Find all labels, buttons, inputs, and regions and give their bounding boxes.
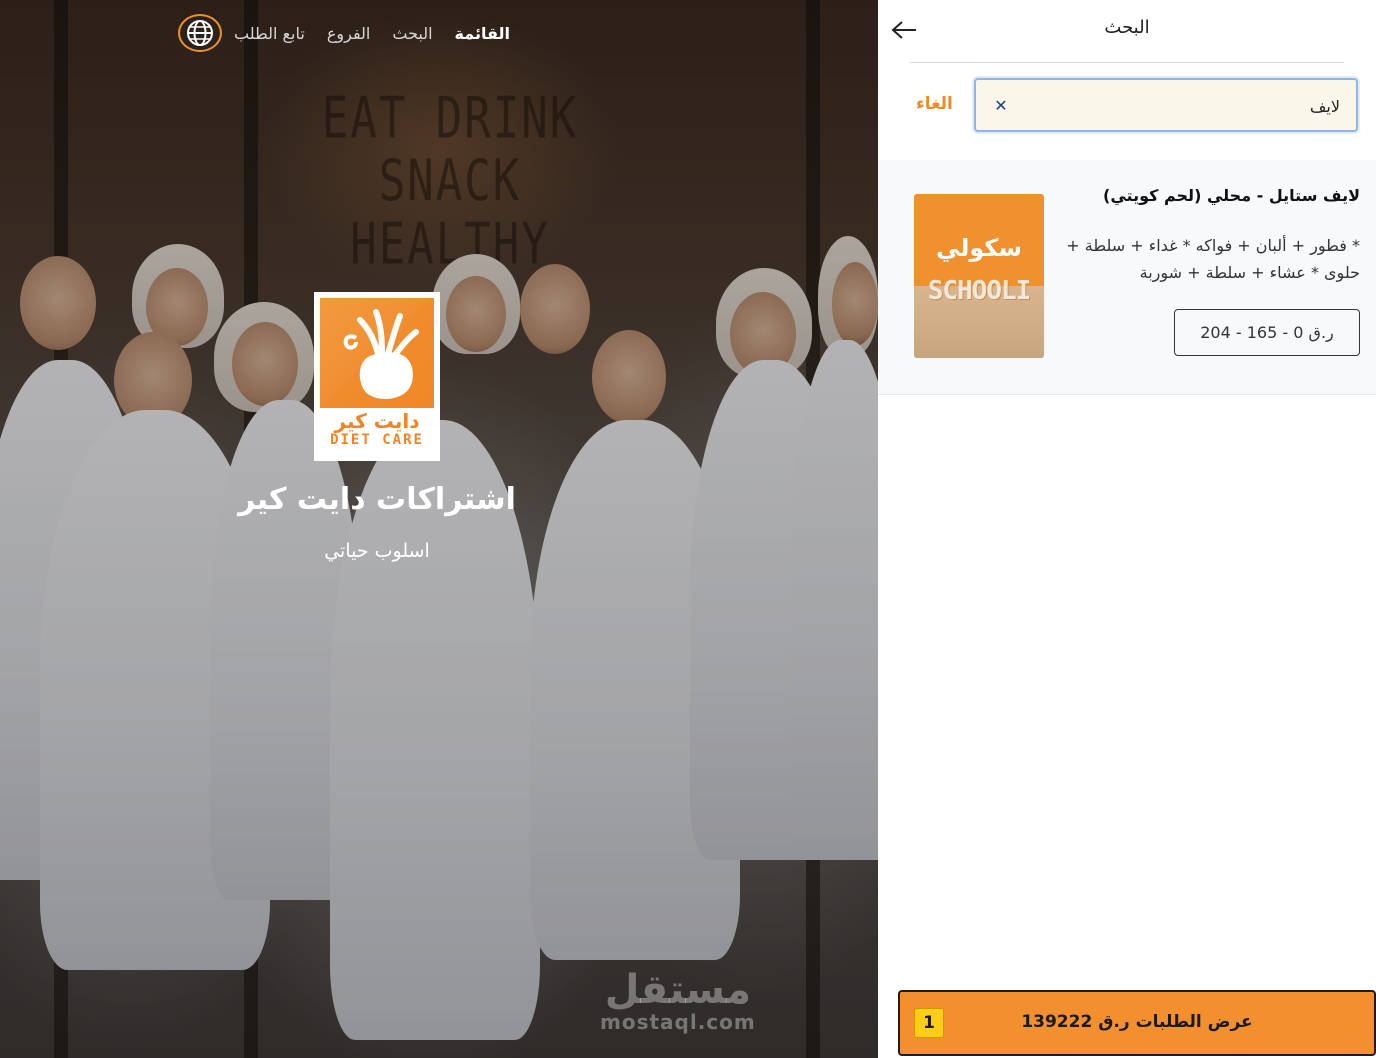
price-range-button[interactable]: ر.ق 0 - 165 - 204 [1174, 309, 1360, 356]
logo-text-ar: دايت كير [334, 409, 420, 433]
nav-link-menu[interactable]: القائمة [455, 24, 510, 43]
result-thumbnail: سكولي SCHOOLI [914, 194, 1044, 358]
watermark-text-ar: مستقل [604, 967, 752, 1013]
result-item[interactable]: سكولي SCHOOLI لايف ستايل - محلي (لحم كوي… [878, 160, 1376, 395]
orders-total-label: عرض الطلبات ر.ق 139222 [1021, 1012, 1253, 1032]
panel-header: البحث [878, 0, 1376, 62]
nav-link-track-order[interactable]: تابع الطلب [234, 24, 305, 43]
search-box: ✕ [974, 78, 1358, 132]
thumbnail-text-ar: سكولي [936, 234, 1022, 262]
result-title: لايف ستايل - محلي (لحم كويتي) [1103, 186, 1360, 205]
logo-text-en: DIET CARE [330, 432, 424, 448]
language-button[interactable] [178, 14, 222, 52]
header-divider [910, 62, 1344, 63]
result-description: * فطور + ألبان + فواكه * غداء + سلطة + ح… [1066, 236, 1360, 282]
hero-overlay [0, 0, 878, 1058]
watermark-text-en: mostaql.com [600, 1010, 756, 1034]
search-input[interactable] [1016, 92, 1340, 120]
hero-title: اشتراكات دايت كير [238, 482, 516, 517]
top-nav: القائمة البحث الفروع تابع الطلب [178, 14, 510, 52]
watermark: مستقل mostaql.com [600, 968, 756, 1032]
cancel-button[interactable]: الغاء [916, 94, 953, 114]
clear-search-button[interactable]: ✕ [990, 94, 1012, 116]
panel-title: البحث [1104, 17, 1150, 38]
carrot-icon [320, 298, 434, 408]
logo-mark [320, 298, 434, 408]
nav-link-branches[interactable]: الفروع [327, 24, 371, 43]
thumbnail-text-en: SCHOOLI [927, 276, 1032, 306]
search-results: سكولي SCHOOLI لايف ستايل - محلي (لحم كوي… [878, 160, 1376, 395]
nav-link-search[interactable]: البحث [392, 24, 432, 43]
globe-icon [187, 20, 213, 46]
close-icon: ✕ [994, 95, 1008, 115]
orders-count-badge: 1 [914, 1008, 944, 1038]
brand-logo: دايت كير DIET CARE [314, 292, 440, 461]
hero-subtitle: اسلوب حياتي [324, 540, 430, 562]
search-row: الغاء ✕ [878, 78, 1376, 132]
hero-section: EAT DRINK SNACK HEALTHY القائمة البحث ال… [0, 0, 878, 1058]
search-panel: البحث الغاء ✕ سكولي SCHOOLI لايف ستايل -… [878, 0, 1376, 1058]
view-orders-button[interactable]: عرض الطلبات ر.ق 139222 1 [898, 990, 1376, 1056]
